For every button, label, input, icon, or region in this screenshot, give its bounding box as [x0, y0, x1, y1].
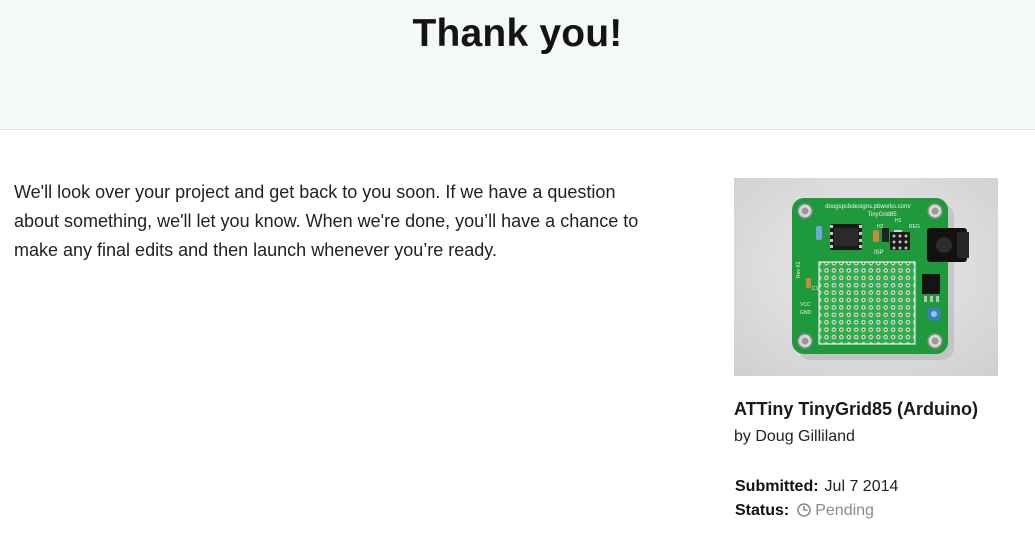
board-rev-text: Rev X1 [796, 261, 802, 278]
project-image[interactable]: dougspcbdesigns.pbworks.com/ TinyGrid85 … [734, 178, 998, 376]
submitted-date: Jul 7 2014 [824, 478, 899, 495]
board-url-text: dougspcbdesigns.pbworks.com/ [825, 204, 911, 210]
status-badge: Pending [797, 502, 874, 519]
project-author: by Doug Gilliland [734, 428, 855, 445]
board-vcc-text: VCC [800, 302, 811, 308]
project-title[interactable]: ATTiny TinyGrid85 (Arduino) [734, 399, 978, 420]
submitted-label: Submitted: [735, 478, 819, 495]
board-gnd-text: GND [800, 310, 812, 316]
submission-meta: Submitted: Jul 7 2014 Status: Pending [735, 475, 898, 525]
page-title: Thank you! [412, 12, 623, 55]
board-isp-text: ISP [874, 250, 884, 256]
confirmation-message: We'll look over your project and get bac… [14, 182, 639, 260]
status-value: Pending [815, 502, 874, 519]
board-h1-text: H1 [895, 218, 902, 224]
board-c1-text: C1 [812, 286, 819, 292]
pcb-photo: dougspcbdesigns.pbworks.com/ TinyGrid85 … [734, 178, 998, 376]
clock-icon [797, 501, 812, 525]
status-row: Status: Pending [735, 499, 898, 525]
page-header: Thank you! [0, 0, 1035, 130]
board-name-text: TinyGrid85 [867, 212, 897, 218]
submitted-row: Submitted: Jul 7 2014 [735, 475, 898, 499]
status-label: Status: [735, 502, 790, 519]
board-reg-text: REG [909, 224, 920, 230]
